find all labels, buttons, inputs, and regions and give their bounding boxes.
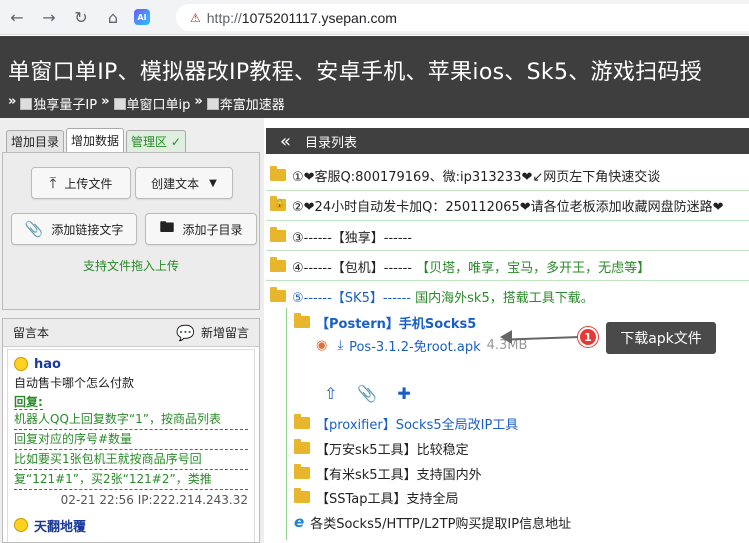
upload-cloud-icon[interactable]: ⇧ (324, 384, 337, 403)
url-text: http://1075201117.ysepan.com (206, 9, 397, 26)
reply-label: 回复: (14, 395, 43, 410)
address-bar[interactable]: ⚠ http://1075201117.ysepan.com (176, 4, 749, 31)
add-subdirectory-button[interactable]: 🖿 添加子目录 (145, 213, 257, 245)
file-name-link[interactable]: Pos-3.1.2-免root.apk (349, 336, 481, 355)
message-board-header: 留言本 💬 新增留言 (3, 319, 259, 347)
directory-item[interactable]: 🔒 ②❤24小时自动发卡加Q：250112065❤请各位老板添加收藏网盘防迷路❤ (270, 192, 749, 218)
create-text-dropdown[interactable]: 创建文本 ▼ (135, 167, 233, 199)
smiley-icon (14, 518, 28, 532)
callout-arrow-icon (500, 330, 512, 344)
page-title: 单窗口单IP、模拟器改IP教程、安卓手机、苹果ios、Sk5、游戏扫码授 (8, 60, 703, 85)
forward-arrow-icon[interactable]: → (38, 6, 60, 28)
broken-image-icon (113, 98, 126, 110)
file-item[interactable]: ◉ ⤓ Pos-3.1.2-免root.apk 4.3MB (316, 336, 527, 355)
folder-icon (294, 464, 310, 479)
home-icon[interactable]: ⌂ (102, 6, 124, 28)
directory-item-expanded[interactable]: ⑤------【SK5】------ 国内海外sk5，搭载工具下载。 (270, 283, 749, 309)
breadcrumb-link-2[interactable]: 单窗口单ip (113, 94, 190, 113)
folder-icon (270, 227, 286, 242)
directory-header: « 目录列表 (266, 128, 749, 154)
sub-directory-item[interactable]: 【SSTap工具】支持全局 (294, 484, 749, 510)
directory-title: 目录列表 (305, 135, 358, 151)
broken-image-icon (20, 98, 33, 110)
folder-icon (294, 313, 310, 328)
message-meta: 02-21 22:56 IP:222.214.243.32 (60, 493, 248, 507)
tab-admin[interactable]: 管理区 ✓ (126, 130, 186, 152)
ai-assistant-icon[interactable]: AI (134, 9, 150, 25)
add-link-text-button[interactable]: 📎 添加链接文字 (11, 213, 137, 245)
drag-upload-hint: 支持文件拖入上传 (82, 259, 179, 273)
folder-icon (294, 414, 310, 429)
message-author: 天翻地覆 (14, 515, 248, 535)
left-panel: 增加目录 增加数据 管理区 ✓ ⤒ 上传文件 创建文本 ▼ 📎 添加链接文字 🖿 添加子… (0, 118, 264, 543)
breadcrumb: » 独享量子IP » 单窗口单ip » 奔富加速器 (8, 94, 285, 113)
breadcrumb-link-1[interactable]: 独享量子IP (20, 94, 97, 113)
sub-directory-item[interactable]: 【万安sk5工具】比较稳定 (294, 435, 749, 461)
locked-folder-icon: 🔒 (270, 196, 286, 211)
tab-add-data[interactable]: 增加数据 (66, 128, 125, 152)
reply-text: 机器人QQ上回复数字“1”，按商品列表 回复对应的序号#数量 比如要买1张包机王… (14, 410, 248, 490)
message-text: 自动售卡哪个怎么付款 (14, 376, 135, 390)
internet-explorer-icon: e (294, 513, 305, 531)
message-board: 留言本 💬 新增留言 hao 自动售卡哪个怎么付款 回复: 机器人QQ上回复数字… (2, 318, 260, 543)
callout-label: 下载apk文件 (606, 322, 716, 354)
android-icon: ◉ (316, 338, 328, 353)
message-author: hao (14, 354, 248, 374)
not-secure-icon[interactable]: ⚠ (190, 11, 201, 25)
callout-number-badge: 1 (578, 327, 598, 347)
breadcrumb-link-3[interactable]: 奔富加速器 (206, 94, 285, 113)
message-list: hao 自动售卡哪个怎么付款 回复: 机器人QQ上回复数字“1”，按商品列表 回… (7, 349, 255, 542)
folder-icon (270, 166, 286, 181)
broken-image-icon (206, 98, 219, 110)
folder-outline-icon: 🖿 (159, 217, 175, 236)
upload-file-button[interactable]: ⤒ 上传文件 (31, 167, 131, 199)
paperclip-icon: 📎 (24, 220, 44, 238)
directory-item[interactable]: ①❤客服Q:800179169、微:ip313233❤↙网页左下角快速交谈 (270, 162, 749, 188)
folder-icon (270, 257, 286, 272)
add-folder-icon[interactable]: ✚ (397, 384, 410, 403)
back-arrow-icon[interactable]: ← (6, 6, 28, 28)
folder-icon (294, 488, 310, 503)
browser-toolbar: ← → ↻ ⌂ AI ⚠ http://1075201117.ysepan.co… (0, 0, 749, 35)
download-icon[interactable]: ⤓ (337, 338, 343, 353)
link-item[interactable]: e 各类Socks5/HTTP/L2TP购买提取IP信息地址 (294, 509, 749, 535)
chevron-down-icon: ▼ (209, 177, 217, 189)
chat-bubble-icon: 💬 (176, 323, 195, 342)
upload-icon: ⤒ (49, 174, 57, 192)
message-board-title: 留言本 (13, 326, 50, 340)
sub-directory-item[interactable]: 【有米sk5工具】支持国内外 (294, 460, 749, 486)
attach-icon[interactable]: 📎 (357, 384, 377, 403)
tab-bar: 增加目录 增加数据 管理区 ✓ (6, 128, 186, 152)
directory-item[interactable]: ④------【包机】------ 【贝塔，唯享，宝马，多开王，无虑等】 (270, 253, 749, 279)
checkmark-icon: ✓ (170, 134, 181, 149)
site-header: 单窗口单IP、模拟器改IP教程、安卓手机、苹果ios、Sk5、游戏扫码授 » 独… (0, 36, 749, 118)
upload-panel: ⤒ 上传文件 创建文本 ▼ 📎 添加链接文字 🖿 添加子目录 支持文件拖入上传 (2, 152, 260, 310)
reload-icon[interactable]: ↻ (70, 6, 92, 28)
collapse-icon[interactable]: « (280, 131, 291, 152)
folder-icon (294, 439, 310, 454)
file-actions: ⇧ 📎 ✚ (324, 384, 411, 403)
smiley-icon (14, 357, 28, 371)
new-message-button[interactable]: 💬 新增留言 (176, 324, 249, 342)
tab-add-directory[interactable]: 增加目录 (6, 130, 65, 152)
directory-item[interactable]: ③------【独享】------ (270, 223, 749, 249)
sub-directory-item[interactable]: 【proxifier】Socks5全局改IP工具 (294, 410, 749, 436)
folder-open-icon (270, 287, 286, 302)
